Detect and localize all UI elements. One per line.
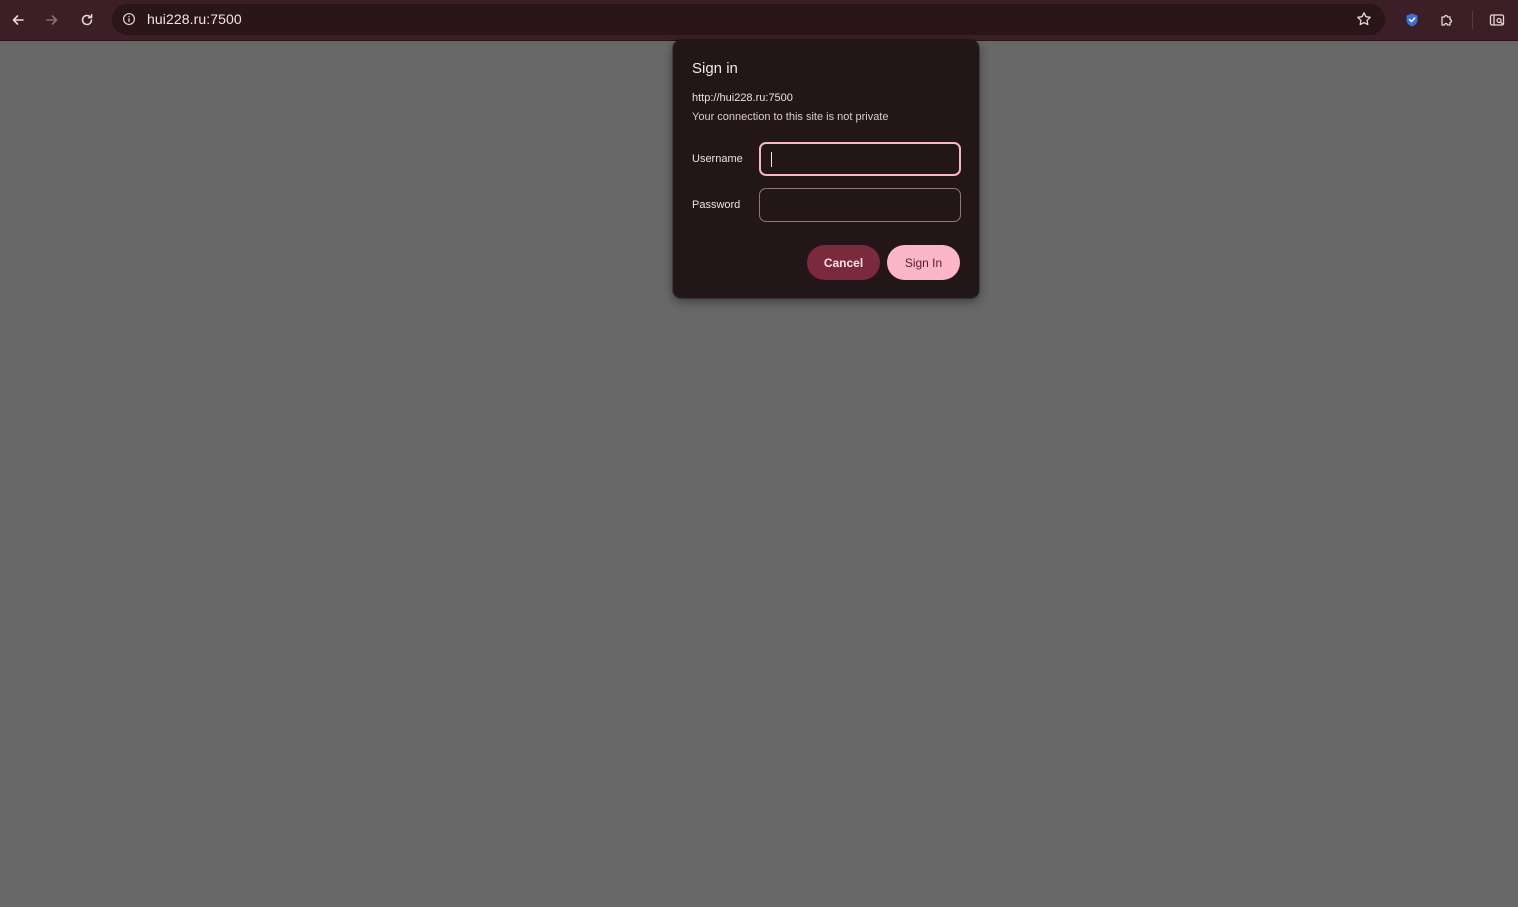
extensions-menu-button[interactable] bbox=[1436, 9, 1458, 31]
password-label: Password bbox=[692, 199, 741, 211]
connection-warning: Your connection to this site is not priv… bbox=[692, 111, 889, 123]
bookmark-button[interactable] bbox=[1355, 10, 1373, 28]
extension-button[interactable] bbox=[1401, 9, 1423, 31]
back-button[interactable] bbox=[6, 8, 30, 32]
cancel-button[interactable]: Cancel bbox=[807, 245, 880, 280]
browser-toolbar: hui228.ru:7500 bbox=[0, 0, 1518, 41]
reload-button[interactable] bbox=[75, 8, 99, 32]
address-bar[interactable]: hui228.ru:7500 bbox=[112, 4, 1385, 35]
side-panel-button[interactable] bbox=[1486, 9, 1508, 31]
toolbar-separator bbox=[1472, 11, 1473, 29]
arrow-right-icon bbox=[46, 15, 58, 25]
username-input[interactable] bbox=[759, 142, 961, 176]
puzzle-icon bbox=[1441, 14, 1453, 26]
reload-icon bbox=[81, 13, 93, 26]
url-text: hui228.ru:7500 bbox=[147, 11, 242, 27]
text-caret bbox=[771, 152, 772, 167]
password-input[interactable] bbox=[759, 188, 961, 222]
dialog-title: Sign in bbox=[692, 60, 738, 77]
site-info-button[interactable] bbox=[120, 10, 138, 28]
side-panel-search-icon bbox=[1489, 14, 1505, 26]
info-circle-icon bbox=[123, 13, 135, 25]
forward-button[interactable] bbox=[40, 8, 64, 32]
star-icon bbox=[1357, 12, 1371, 26]
shield-extension-icon bbox=[1406, 13, 1418, 27]
dialog-origin: http://hui228.ru:7500 bbox=[692, 92, 793, 104]
username-label: Username bbox=[692, 153, 743, 165]
http-auth-dialog: Sign in http://hui228.ru:7500 Your conne… bbox=[673, 40, 979, 298]
arrow-left-icon bbox=[12, 15, 24, 25]
sign-in-button[interactable]: Sign In bbox=[887, 245, 960, 280]
